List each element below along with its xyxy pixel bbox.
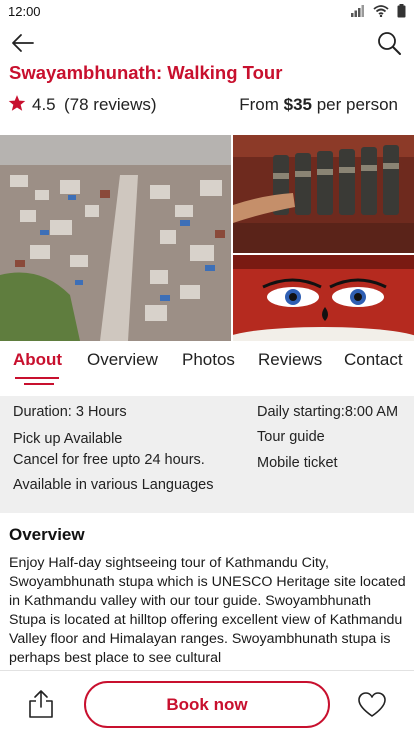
rating-row: 4.5 (78 reviews) From $35 per person: [8, 94, 406, 118]
signal-icon: [351, 5, 364, 17]
daily-start-info: Daily starting:8:00 AM: [257, 404, 399, 420]
book-now-button[interactable]: Book now: [84, 681, 330, 728]
mobile-ticket-info: Mobile ticket: [257, 455, 338, 471]
tab-about[interactable]: About: [13, 350, 62, 370]
aerial-city-photo[interactable]: [0, 135, 231, 341]
arrow-left-icon: [12, 34, 34, 52]
share-button[interactable]: [28, 689, 54, 719]
tab-photos[interactable]: Photos: [182, 350, 235, 370]
rating-value: 4.5: [32, 95, 56, 114]
status-time: 12:00: [8, 4, 41, 19]
active-tab-indicator: [15, 377, 59, 379]
tab-reviews[interactable]: Reviews: [258, 350, 322, 370]
price-suffix: per person: [316, 95, 398, 114]
bottom-action-bar: Book now: [0, 670, 414, 736]
search-button[interactable]: [376, 30, 402, 56]
favorite-button[interactable]: [357, 691, 387, 719]
pickup-info: Pick up Available: [13, 431, 123, 447]
back-button[interactable]: [10, 30, 36, 56]
status-icons: [351, 4, 406, 18]
status-bar: 12:00: [0, 0, 414, 24]
star-icon: [8, 95, 26, 111]
prayer-wheels-photo[interactable]: [233, 135, 414, 253]
tour-guide-info: Tour guide: [257, 429, 325, 445]
tour-info-panel: Duration: 3 Hours Pick up Available Canc…: [0, 396, 414, 513]
price-prefix: From: [239, 95, 279, 114]
review-count[interactable]: (78 reviews): [64, 95, 157, 115]
share-icon: [29, 690, 53, 718]
top-nav: [0, 28, 414, 58]
price-value: $35: [283, 95, 312, 114]
overview-heading: Overview: [9, 525, 85, 544]
battery-icon: [397, 4, 406, 18]
active-tab-indicator-secondary: [24, 383, 54, 385]
tab-bar: About Overview Photos Reviews Contact: [0, 348, 414, 390]
tour-title: Swayambhunath: Walking Tour: [9, 62, 283, 83]
overview-text: Enjoy Half-day sightseeing tour of Kathm…: [9, 555, 406, 666]
search-icon: [378, 32, 401, 55]
price-label: From $35 per person: [239, 95, 398, 115]
cancellation-info: Cancel for free upto 24 hours.: [13, 452, 205, 468]
buddha-eyes-stupa-photo[interactable]: [233, 255, 414, 341]
tab-contact[interactable]: Contact: [344, 350, 403, 370]
wifi-icon: [373, 5, 389, 17]
duration-info: Duration: 3 Hours: [13, 404, 127, 420]
tab-overview[interactable]: Overview: [87, 350, 158, 370]
photo-gallery: [0, 135, 414, 341]
heart-icon: [358, 692, 386, 717]
languages-info: Available in various Languages: [13, 477, 214, 493]
